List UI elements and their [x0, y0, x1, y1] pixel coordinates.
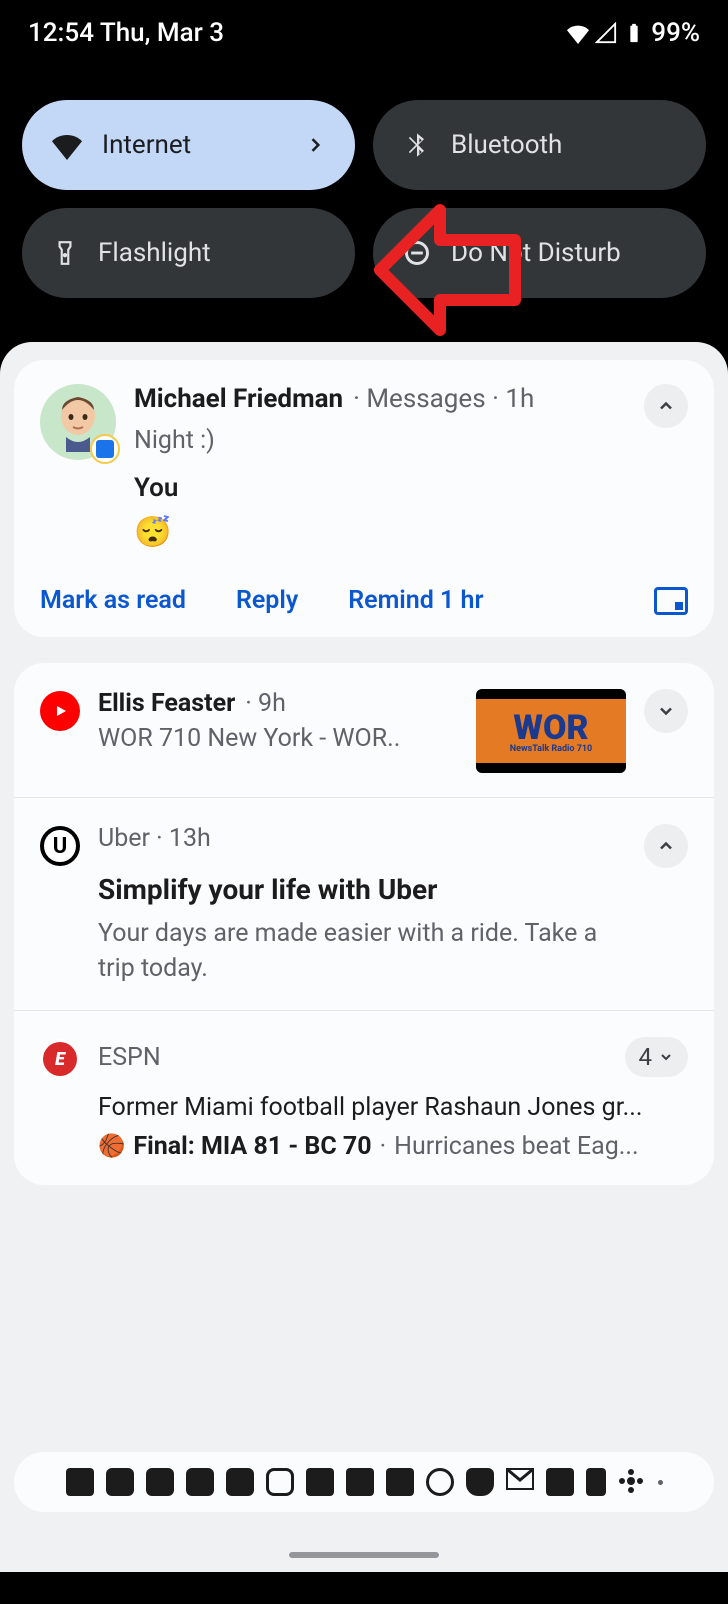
notification-shade[interactable]: Michael Friedman · Messages · 1h Night :… [0, 342, 728, 1572]
signal-icon [595, 22, 617, 44]
reddit-icon[interactable] [466, 1468, 494, 1496]
bluetooth-icon [403, 131, 431, 159]
notif-body: Your days are made easier with a ride. T… [98, 916, 626, 986]
status-time-date: 12:54 Thu, Mar 3 [28, 18, 224, 48]
qs-tile-flashlight[interactable]: Flashlight [22, 208, 355, 298]
shelf-app-icon[interactable] [66, 1468, 94, 1496]
shelf-app-icon[interactable] [426, 1468, 454, 1496]
chevron-up-icon [656, 396, 676, 416]
notification-messages[interactable]: Michael Friedman · Messages · 1h Night :… [14, 360, 714, 637]
shelf-app-icon[interactable] [618, 1468, 646, 1496]
expand-button[interactable] [644, 689, 688, 733]
shelf-app-icon[interactable] [546, 1468, 574, 1496]
status-bar: 12:54 Thu, Mar 3 99% [0, 0, 728, 60]
remind-button[interactable]: Remind 1 hr [348, 586, 483, 615]
chevron-up-icon [656, 836, 676, 856]
chevron-right-icon [305, 135, 325, 155]
count: 4 [639, 1043, 653, 1071]
battery-icon [623, 22, 645, 44]
notif-heading: Simplify your life with Uber [98, 873, 626, 906]
annotation-arrow-icon [370, 190, 530, 350]
gmail-icon[interactable] [506, 1468, 534, 1496]
quick-settings: Internet Bluetooth Flashlight Do Not Dis… [0, 60, 728, 328]
message-preview: Night :) [134, 426, 626, 455]
video-thumbnail: WOR NewsTalk Radio 710 [476, 689, 626, 773]
avatar [40, 384, 116, 460]
date: Thu, Mar 3 [100, 18, 224, 48]
espn-score-line: 🏀 Final: MIA 81 - BC 70 · Hurricanes bea… [98, 1132, 688, 1161]
game-recap: Hurricanes beat Eag... [394, 1132, 638, 1161]
espn-headline: Former Miami football player Rashaun Jon… [98, 1093, 688, 1122]
notif-time: 1h [505, 384, 534, 414]
notification-shelf[interactable] [14, 1452, 714, 1512]
chevron-down-icon [656, 701, 676, 721]
collapse-button[interactable] [644, 824, 688, 868]
espn-icon: E [40, 1039, 80, 1079]
video-title: WOR 710 New York - WOR.. [98, 724, 448, 753]
flashlight-icon [52, 240, 78, 266]
wifi-icon [567, 22, 589, 44]
notification-espn[interactable]: E ESPN 4 Former Miami football player Ra… [14, 1011, 714, 1185]
shelf-app-icon[interactable] [146, 1468, 174, 1496]
notif-time: 13h [169, 824, 211, 853]
shelf-app-icon[interactable] [186, 1468, 214, 1496]
gesture-nav-handle[interactable] [289, 1552, 439, 1558]
messages-app-badge-icon [90, 434, 120, 464]
clock: 12:54 [28, 18, 94, 48]
instagram-icon[interactable] [266, 1468, 294, 1496]
notification-youtube[interactable]: Ellis Feaster · 9h WOR 710 New York - WO… [14, 663, 714, 798]
notification-group: Ellis Feaster · 9h WOR 710 New York - WO… [14, 663, 714, 1185]
shelf-app-icon[interactable] [106, 1468, 134, 1496]
sender-name: Michael Friedman [134, 384, 343, 414]
qs-label: Flashlight [98, 238, 211, 268]
group-count-button[interactable]: 4 [625, 1037, 689, 1077]
shelf-overflow-icon [658, 1480, 663, 1485]
notification-uber[interactable]: U Uber · 13h Simplify your life with Ube… [14, 798, 714, 1011]
svg-text:E: E [55, 1049, 66, 1070]
status-icons: 99% [567, 18, 700, 48]
reply-button[interactable]: Reply [236, 586, 298, 615]
qs-tile-internet[interactable]: Internet [22, 100, 355, 190]
app-name: Messages [366, 384, 485, 414]
chevron-down-icon [658, 1049, 674, 1065]
shelf-app-icon[interactable] [226, 1468, 254, 1496]
shelf-app-icon[interactable] [386, 1468, 414, 1496]
linkedin-icon[interactable] [306, 1468, 334, 1496]
wifi-icon [52, 130, 82, 160]
you-label: You [134, 473, 626, 503]
collapse-button[interactable] [644, 384, 688, 428]
shelf-app-icon[interactable] [346, 1468, 374, 1496]
app-name: Uber [98, 824, 150, 853]
basketball-icon: 🏀 [98, 1134, 125, 1159]
shelf-app-icon[interactable] [586, 1468, 606, 1496]
channel-name: Ellis Feaster [98, 689, 235, 718]
qs-tile-bluetooth[interactable]: Bluetooth [373, 100, 706, 190]
reply-emoji: 😴 [134, 515, 626, 550]
qs-label: Bluetooth [451, 130, 562, 160]
uber-icon: U [40, 826, 80, 866]
score: Final: MIA 81 - BC 70 [133, 1132, 371, 1161]
battery-percent: 99% [651, 18, 700, 48]
qs-label: Internet [102, 130, 191, 160]
app-name: ESPN [98, 1043, 161, 1072]
mark-as-read-button[interactable]: Mark as read [40, 586, 186, 615]
youtube-icon [40, 691, 80, 731]
notif-time: 9h [258, 689, 286, 718]
bubble-icon[interactable] [654, 587, 688, 615]
